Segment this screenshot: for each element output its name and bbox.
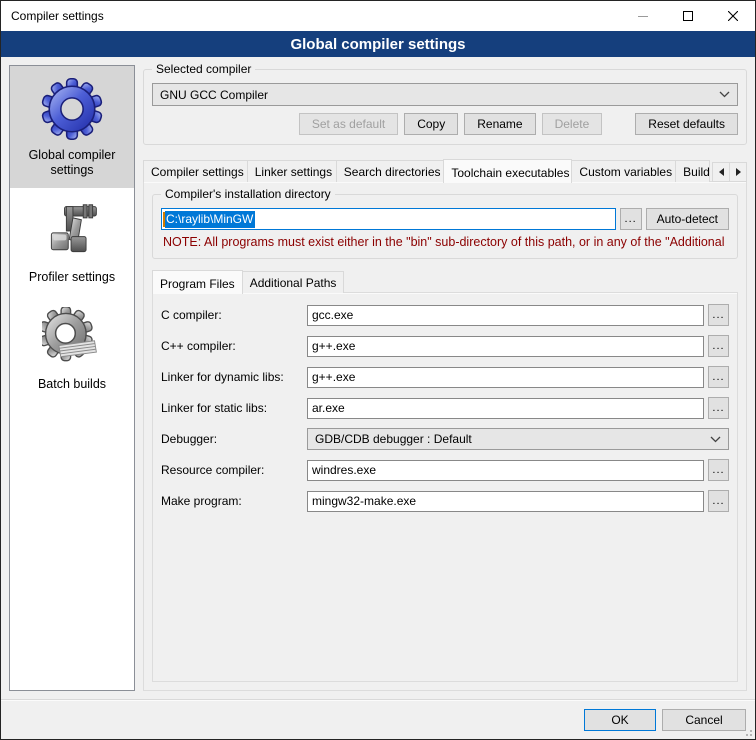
tab-program-files[interactable]: Program Files (152, 270, 243, 294)
selected-compiler-group: Selected compiler GNU GCC Compiler Set a… (143, 69, 747, 145)
debugger-label: Debugger: (161, 432, 303, 446)
auto-detect-button[interactable]: Auto-detect (646, 208, 729, 230)
c-compiler-browse-button[interactable]: ... (708, 304, 729, 326)
compiler-select[interactable]: GNU GCC Compiler (152, 83, 738, 106)
installation-directory-group-label: Compiler's installation directory (161, 187, 335, 201)
tab-scroll-right-button[interactable] (729, 162, 747, 182)
c-compiler-row: C compiler: ... (161, 304, 729, 326)
tab-scroll-left-button[interactable] (712, 162, 730, 182)
bin-subdirectory-note: NOTE: All programs must exist either in … (163, 235, 727, 249)
close-icon (728, 11, 738, 21)
delete-button[interactable]: Delete (542, 113, 603, 135)
debugger-select-value: GDB/CDB debugger : Default (315, 432, 472, 446)
triangle-right-icon (736, 168, 741, 176)
resource-compiler-row: Resource compiler: ... (161, 459, 729, 481)
cpp-compiler-label: C++ compiler: (161, 339, 303, 353)
cpp-compiler-row: C++ compiler: ... (161, 335, 729, 357)
settings-category-list: Global compiler settings Profiler settin… (9, 65, 135, 691)
compiler-actions: Set as default Copy Rename Delete Reset … (152, 113, 738, 135)
static-linker-input[interactable] (307, 398, 704, 419)
dialog-banner: Global compiler settings (1, 31, 755, 57)
installation-directory-group: Compiler's installation directory C:\ray… (152, 194, 738, 259)
make-program-label: Make program: (161, 494, 303, 508)
static-linker-label: Linker for static libs: (161, 401, 303, 415)
cpp-compiler-browse-button[interactable]: ... (708, 335, 729, 357)
installation-directory-input[interactable]: C:\raylib\MinGW (161, 208, 616, 230)
sidebar-item-label: Profiler settings (29, 270, 115, 285)
dynamic-linker-input[interactable] (307, 367, 704, 388)
profiler-caliper-icon (42, 200, 102, 262)
browse-directory-button[interactable]: ... (620, 208, 642, 230)
make-program-browse-button[interactable]: ... (708, 490, 729, 512)
static-linker-browse-button[interactable]: ... (708, 397, 729, 419)
make-program-row: Make program: ... (161, 490, 729, 512)
tab-search-directories[interactable]: Search directories (336, 160, 445, 182)
dialog-footer: OK Cancel (1, 699, 755, 739)
reset-defaults-button[interactable]: Reset defaults (635, 113, 738, 135)
toolchain-executables-panel: Compiler's installation directory C:\ray… (143, 181, 747, 691)
make-program-input[interactable] (307, 491, 704, 512)
titlebar: Compiler settings (1, 1, 755, 31)
program-files-panel: C compiler: ... C++ compiler: ... Linker… (152, 292, 738, 682)
static-linker-row: Linker for static libs: ... (161, 397, 729, 419)
ok-button[interactable]: OK (584, 709, 656, 731)
maximize-icon (683, 11, 693, 21)
copy-button[interactable]: Copy (404, 113, 458, 135)
settings-tabstrip: Compiler settings Linker settings Search… (143, 157, 747, 182)
maximize-button[interactable] (665, 2, 710, 31)
cancel-button[interactable]: Cancel (662, 709, 746, 731)
dynamic-linker-browse-button[interactable]: ... (708, 366, 729, 388)
chevron-down-icon (719, 91, 730, 98)
resource-compiler-browse-button[interactable]: ... (708, 459, 729, 481)
tab-additional-paths[interactable]: Additional Paths (242, 271, 345, 293)
tab-custom-variables[interactable]: Custom variables (571, 160, 676, 182)
chevron-down-icon (710, 436, 721, 443)
sidebar-item-profiler-settings[interactable]: Profiler settings (10, 188, 134, 295)
resource-compiler-input[interactable] (307, 460, 704, 481)
resource-compiler-label: Resource compiler: (161, 463, 303, 477)
sidebar-item-label: Batch builds (38, 377, 106, 392)
c-compiler-input[interactable] (307, 305, 704, 326)
set-as-default-button[interactable]: Set as default (299, 113, 398, 135)
sidebar-item-global-compiler-settings[interactable]: Global compiler settings (10, 66, 134, 188)
minimize-icon (638, 16, 648, 17)
tab-compiler-settings[interactable]: Compiler settings (143, 160, 248, 182)
compiler-settings-dialog: Compiler settings Global compiler settin… (0, 0, 756, 740)
minimize-button[interactable] (620, 2, 665, 31)
dynamic-linker-label: Linker for dynamic libs: (161, 370, 303, 384)
main-panel: Selected compiler GNU GCC Compiler Set a… (143, 65, 747, 691)
tab-toolchain-executables[interactable]: Toolchain executables (443, 159, 572, 183)
tab-linker-settings[interactable]: Linker settings (247, 160, 337, 182)
c-compiler-label: C compiler: (161, 308, 303, 322)
batch-builds-gear-icon (42, 307, 102, 369)
tab-scroll-buttons (713, 162, 747, 182)
blue-gear-icon (41, 78, 103, 140)
tab-build-options[interactable]: Build options (675, 160, 710, 182)
triangle-left-icon (719, 168, 724, 176)
sidebar-item-label: Global compiler settings (14, 148, 130, 178)
dialog-content: Global compiler settings Profiler settin… (1, 57, 755, 699)
installation-directory-row: C:\raylib\MinGW ... Auto-detect (161, 208, 729, 230)
rename-button[interactable]: Rename (464, 113, 535, 135)
window-title: Compiler settings (1, 9, 620, 23)
sidebar-item-batch-builds[interactable]: Batch builds (10, 295, 134, 402)
selected-compiler-group-label: Selected compiler (152, 62, 255, 76)
debugger-select[interactable]: GDB/CDB debugger : Default (307, 428, 729, 450)
cpp-compiler-input[interactable] (307, 336, 704, 357)
banner-title: Global compiler settings (290, 36, 465, 53)
installation-directory-value: C:\raylib\MinGW (165, 211, 255, 228)
dynamic-linker-row: Linker for dynamic libs: ... (161, 366, 729, 388)
resize-grip[interactable] (742, 726, 752, 736)
program-files-tabstrip: Program Files Additional Paths (152, 269, 738, 293)
debugger-row: Debugger: GDB/CDB debugger : Default (161, 428, 729, 450)
close-button[interactable] (710, 2, 755, 31)
compiler-select-value: GNU GCC Compiler (160, 88, 268, 102)
